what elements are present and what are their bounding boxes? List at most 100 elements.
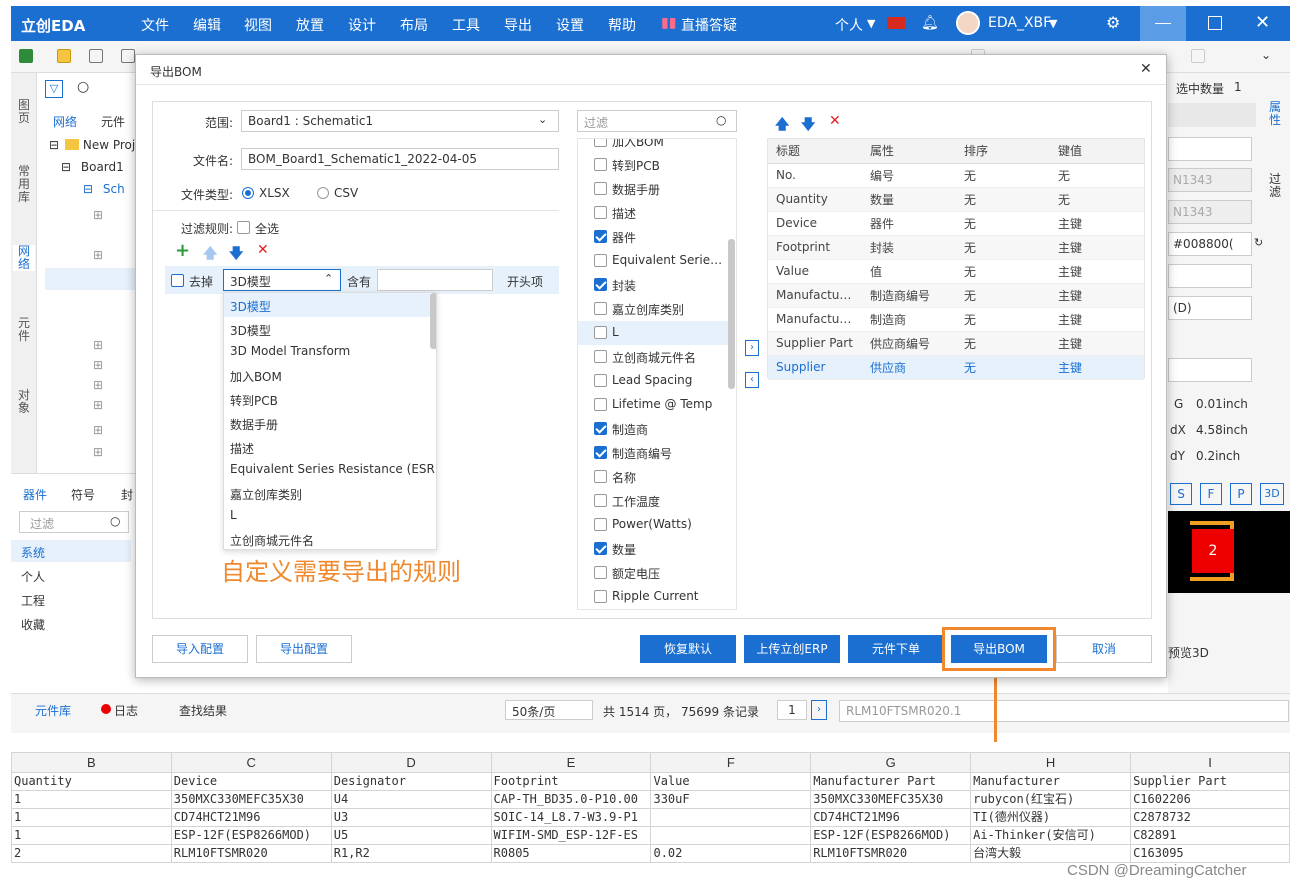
cell[interactable]: 1 (11, 790, 172, 809)
tree-expander-icon[interactable]: ⊞ (93, 338, 103, 352)
export-config-button[interactable]: 导出配置 (256, 635, 352, 663)
tree-node-schematic[interactable]: ⊟ Sch (83, 182, 125, 196)
page-size-select[interactable]: 50条/页 (505, 700, 593, 720)
refresh-icon[interactable]: ↻ (1254, 236, 1263, 249)
tab-filter[interactable]: 过滤 (1264, 173, 1286, 199)
col-letter[interactable]: D (330, 752, 492, 773)
radio-xlsx[interactable] (242, 187, 254, 199)
menu-live-qa[interactable]: 直播答疑 (681, 15, 737, 35)
tree-expander-icon[interactable]: ⊞ (93, 398, 103, 412)
close-icon[interactable]: ✕ (1140, 61, 1152, 77)
menu-tools[interactable]: 工具 (452, 15, 480, 35)
col-letter[interactable]: G (810, 752, 972, 773)
tab-symbols[interactable]: 符号 (71, 486, 95, 503)
dropdown-item[interactable]: Equivalent Series Resistance (ESR) (224, 457, 436, 481)
cell[interactable]: U4 (330, 790, 492, 809)
order-parts-button[interactable]: 元件下单 (848, 635, 944, 663)
field-checkbox[interactable] (594, 182, 607, 195)
view-button-p[interactable]: P (1230, 483, 1252, 505)
gear-icon[interactable]: ⚙ (1106, 13, 1120, 32)
table-row[interactable]: Footprint 封装无主键 (768, 235, 1144, 260)
header-cell[interactable]: Designator (330, 772, 492, 791)
rail-tab-pages[interactable]: 图页 (13, 99, 35, 125)
field-checkbox[interactable] (594, 350, 607, 363)
tree-expander-icon[interactable]: ⊞ (93, 358, 103, 372)
dropdown-item[interactable]: 立创商城元件名 (224, 527, 430, 549)
cell[interactable]: C2878732 (1130, 808, 1290, 827)
delete-icon[interactable]: ✕ (829, 113, 841, 129)
field-item[interactable]: Equivalent Series Resistance (ESR) (578, 249, 728, 273)
dropdown-item[interactable]: 加入BOM (224, 363, 430, 387)
property-field[interactable] (1168, 137, 1252, 161)
cell[interactable]: C163095 (1130, 844, 1290, 863)
rule-row[interactable]: 去掉 3D模型 ⌃ 含有 开头项 (165, 266, 559, 294)
tab-devices[interactable]: 器件 (23, 486, 47, 503)
field-item[interactable]: 制造商 (578, 417, 728, 441)
field-item[interactable]: Power(Watts) (578, 513, 728, 537)
move-right-button[interactable]: › (745, 340, 759, 356)
cell[interactable]: 350MXC330MEFC35X30 (170, 790, 332, 809)
property-select[interactable]: (D) (1168, 296, 1252, 320)
cell[interactable]: Ai-Thinker(安信可) (970, 826, 1132, 845)
tab-find-results[interactable]: 查找结果 (179, 702, 227, 719)
table-row[interactable]: Device 器件无主键 (768, 211, 1144, 236)
cell[interactable]: CAP-TH_BD35.0-P10.00 (490, 790, 652, 809)
field-checkbox[interactable] (594, 446, 607, 459)
field-checkbox[interactable] (594, 158, 607, 171)
dropdown-item[interactable]: 嘉立创库类别 (224, 481, 430, 505)
field-checkbox[interactable] (594, 422, 607, 435)
tab-footprints[interactable]: 封 (121, 486, 133, 503)
arrow-down-icon[interactable]: 🡇︎ (229, 243, 243, 267)
tree-node-project[interactable]: ⊟ New Proje (49, 138, 143, 152)
property-select[interactable] (1168, 264, 1252, 288)
cell[interactable]: 1 (11, 808, 172, 827)
radio-xlsx-label[interactable]: XLSX (259, 186, 290, 200)
cell[interactable]: CD74HCT21M96 (810, 808, 972, 827)
tree-expander-icon[interactable]: ⊞ (93, 208, 103, 222)
flag-icon[interactable] (887, 17, 905, 29)
cell[interactable]: TI(德州仪器) (970, 808, 1132, 827)
dropdown-item[interactable]: 描述 (224, 435, 430, 459)
field-item[interactable]: 立创商城元件名 (578, 345, 728, 369)
restore-default-button[interactable]: 恢复默认 (640, 635, 736, 663)
field-checkbox[interactable] (594, 494, 607, 507)
dropdown-item[interactable]: 3D模型 (224, 293, 430, 317)
col-letter[interactable]: F (650, 752, 812, 773)
radio-csv[interactable] (317, 187, 329, 199)
col-letter[interactable]: B (11, 752, 172, 773)
menu-export[interactable]: 导出 (504, 15, 532, 35)
arrow-down-icon[interactable]: 🡇︎ (801, 114, 815, 138)
radio-csv-label[interactable]: CSV (334, 186, 358, 200)
field-checkbox[interactable] (594, 139, 607, 147)
next-page-button[interactable]: › (811, 700, 827, 720)
dropdown-item[interactable]: L (224, 503, 430, 527)
upload-erp-button[interactable]: 上传立创ERP (744, 635, 840, 663)
cell[interactable]: WIFIM-SMD_ESP-12F-ES (490, 826, 652, 845)
view-button-3d[interactable]: 3D (1260, 483, 1284, 505)
field-item[interactable]: 加入BOM (578, 139, 728, 153)
dropdown-item[interactable]: 3D Model Transform (224, 339, 430, 363)
tree-node-board[interactable]: ⊟ Board1 (61, 160, 124, 174)
menu-view[interactable]: 视图 (244, 15, 272, 35)
cell[interactable]: R1,R2 (330, 844, 492, 863)
field-item[interactable]: L (578, 321, 728, 345)
new-icon[interactable] (19, 49, 33, 63)
cell[interactable]: U3 (330, 808, 492, 827)
table-row[interactable]: Supplier Part 供应商编号无主键 (768, 331, 1144, 356)
menu-design[interactable]: 设计 (348, 15, 376, 35)
tree-expander-icon[interactable]: ⊞ (93, 378, 103, 392)
color-field[interactable]: #008800( (1168, 232, 1252, 256)
save-icon[interactable] (89, 49, 103, 63)
avatar[interactable] (956, 11, 980, 35)
menu-file[interactable]: 文件 (141, 15, 169, 35)
dropdown-item[interactable]: 转到PCB (224, 387, 430, 411)
tab-parts[interactable]: 元件 (101, 113, 125, 130)
field-item[interactable]: Lifetime @ Temp (578, 393, 728, 417)
field-checkbox[interactable] (594, 398, 607, 411)
cell[interactable] (650, 826, 812, 845)
field-item[interactable]: 数据手册 (578, 177, 728, 201)
filter-icon[interactable]: ▽ (45, 80, 63, 98)
field-item[interactable]: 额定电压 (578, 561, 728, 585)
table-row[interactable]: Supplier 供应商无主键 (768, 355, 1144, 380)
field-checkbox[interactable] (594, 566, 607, 579)
